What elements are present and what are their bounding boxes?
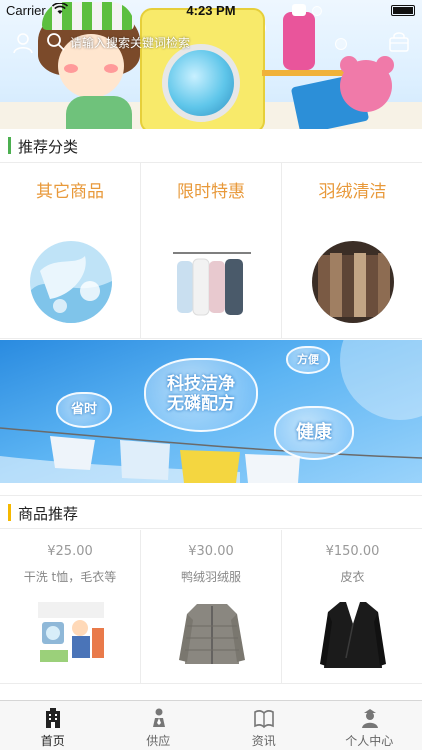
product-name: 皮衣 bbox=[340, 570, 365, 584]
search-bar[interactable]: 请输入搜索关键词检索 bbox=[46, 30, 190, 54]
tab-label: 首页 bbox=[40, 734, 65, 748]
tab-news[interactable]: 资讯 bbox=[211, 701, 317, 750]
category-label: 羽绒清洁 bbox=[318, 182, 387, 202]
section-title: 商品推荐 bbox=[18, 505, 79, 523]
down-jacket-image bbox=[175, 598, 249, 670]
product-leather-jacket[interactable]: ¥150.00 皮衣 bbox=[282, 530, 422, 684]
status-time: 4:23 PM bbox=[186, 3, 236, 18]
product-down-jacket[interactable]: ¥30.00 鸭绒羽绒服 bbox=[141, 530, 282, 684]
section-accent-bar bbox=[8, 137, 11, 154]
user-icon[interactable] bbox=[12, 32, 34, 54]
search-placeholder: 请输入搜索关键词检索 bbox=[70, 36, 191, 50]
promo-heart-healthy: 健康 bbox=[274, 406, 354, 460]
categories-section-header: 推荐分类 bbox=[0, 129, 422, 163]
category-grid: 其它商品 限时特惠 羽绒清洁 bbox=[0, 163, 422, 339]
section-accent-bar bbox=[8, 504, 11, 521]
washer-door bbox=[162, 44, 240, 122]
basket-icon[interactable] bbox=[388, 32, 410, 52]
profile-icon bbox=[359, 707, 381, 729]
supply-person-icon bbox=[148, 707, 170, 729]
product-name: 鸭绒羽绒服 bbox=[180, 570, 241, 584]
hero-banner[interactable]: Carrier 4:23 PM 请输入搜索关键词检索 bbox=[0, 0, 422, 140]
products-section-header: 商品推荐 bbox=[0, 495, 422, 529]
tab-profile[interactable]: 个人中心 bbox=[317, 701, 422, 750]
promo-heart-main: 科技洁净 无磷配方 bbox=[144, 358, 258, 432]
coats-rack-image bbox=[312, 241, 394, 323]
category-other-goods[interactable]: 其它商品 bbox=[0, 163, 141, 339]
leather-jacket-image bbox=[316, 598, 390, 670]
category-time-limited-deals[interactable]: 限时特惠 bbox=[141, 163, 282, 339]
battery-level bbox=[393, 7, 413, 14]
tab-label: 资讯 bbox=[251, 734, 276, 748]
girl-cheek bbox=[64, 64, 78, 73]
product-price: ¥30.00 bbox=[188, 544, 234, 559]
category-label: 限时特惠 bbox=[177, 182, 245, 202]
down-jackets-rack-image bbox=[171, 241, 253, 323]
pink-bear-illustration bbox=[340, 60, 392, 112]
tab-label: 供应 bbox=[146, 734, 171, 748]
washing-machine-illustration bbox=[140, 8, 265, 133]
promo-heart-time-saving: 省时 bbox=[56, 392, 112, 428]
search-icon bbox=[46, 32, 66, 52]
section-title: 推荐分类 bbox=[18, 138, 79, 156]
laundry-splash-image bbox=[30, 241, 112, 323]
tab-home[interactable]: 首页 bbox=[0, 701, 106, 750]
tab-bar: 首页 供应 资讯 个人中心 bbox=[0, 700, 422, 750]
open-book-icon bbox=[253, 707, 275, 729]
product-grid: ¥25.00 干洗 t恤，毛衣等 ¥30.00 鸭绒羽绒服 ¥150.00 皮衣 bbox=[0, 530, 422, 684]
product-dry-clean[interactable]: ¥25.00 干洗 t恤，毛衣等 bbox=[0, 530, 141, 684]
battery-icon bbox=[391, 5, 415, 16]
product-price: ¥25.00 bbox=[47, 544, 93, 559]
status-bar: Carrier 4:23 PM bbox=[0, 0, 422, 22]
promo-banner[interactable]: 科技洁净 无磷配方 方便 省时 健康 bbox=[0, 340, 422, 483]
product-name: 干洗 t恤，毛衣等 bbox=[23, 570, 117, 584]
dry-cleaning-poster-image bbox=[34, 598, 108, 670]
banner-bubble bbox=[335, 38, 347, 50]
category-label: 其它商品 bbox=[36, 182, 104, 202]
tab-supply[interactable]: 供应 bbox=[106, 701, 212, 750]
promo-heart-convenient: 方便 bbox=[286, 346, 330, 374]
building-icon bbox=[42, 707, 64, 729]
tab-label: 个人中心 bbox=[345, 734, 394, 748]
category-down-cleaning[interactable]: 羽绒清洁 bbox=[282, 163, 422, 339]
product-price: ¥150.00 bbox=[325, 544, 380, 559]
girl-cheek bbox=[104, 64, 118, 73]
